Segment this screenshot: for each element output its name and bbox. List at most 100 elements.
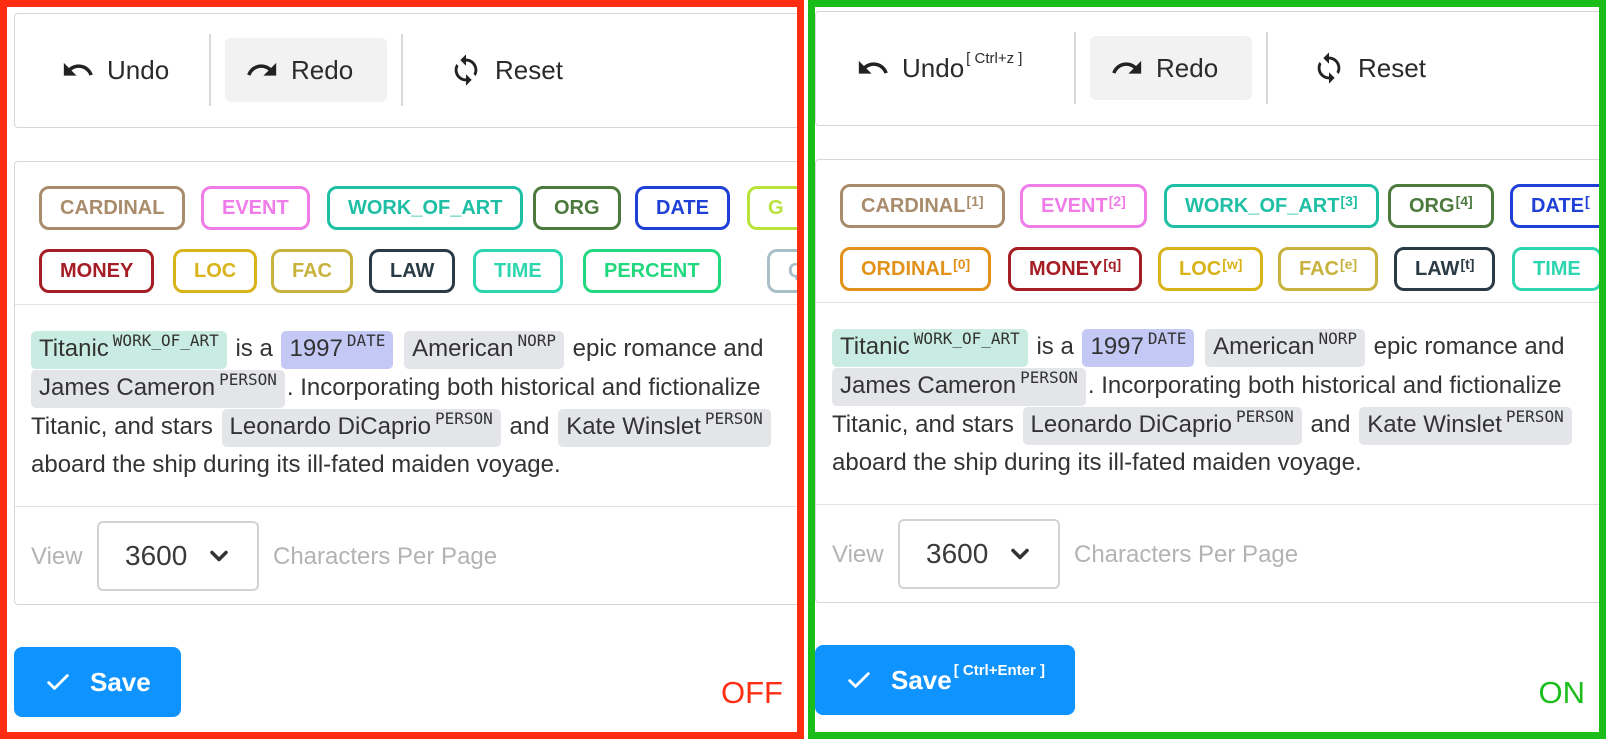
label-chip-date[interactable]: DATE (635, 186, 730, 230)
undo-shortcut-hint: [ Ctrl+z ] (966, 49, 1023, 67)
label-shortcut-key: [2] (1108, 193, 1126, 209)
pagination-settings: View 3600 Characters Per Page (816, 504, 1599, 605)
label-chip-loc[interactable]: LOC (173, 249, 258, 293)
entity-date[interactable]: 1997 DATE (281, 331, 394, 369)
label-chip-fac[interactable]: FAC (271, 249, 353, 293)
undo-button[interactable]: Undo (41, 38, 189, 102)
label-chip-loc[interactable]: LOC [w] (1158, 247, 1264, 291)
label-chip-money[interactable]: MONEY [q] (1008, 247, 1143, 291)
label-chip-text: LOC (194, 259, 237, 282)
label-chip-law[interactable]: LAW [t] (1394, 247, 1496, 291)
reset-label: Reset (1358, 52, 1426, 83)
select-value: 3600 (926, 538, 989, 569)
plain-text: epic romance and (1373, 333, 1565, 360)
label-chip-ordinal[interactable]: ORDINAL [0] (840, 247, 992, 291)
text-line: Titanic, and stars Leonardo DiCaprio PERS… (31, 408, 773, 447)
label-chip-cardinal[interactable]: CARDINAL [1] (840, 184, 1005, 228)
redo-label: Redo (291, 54, 354, 85)
reset-button[interactable]: Reset (1292, 36, 1446, 100)
label-chip-org[interactable]: ORG (533, 186, 621, 230)
label-chip-qu[interactable]: QU (767, 249, 797, 293)
entity-person[interactable]: James Cameron PERSON (832, 368, 1086, 406)
label-chip-org[interactable]: ORG [4] (1388, 184, 1494, 228)
label-chip-time[interactable]: TIME (473, 249, 563, 293)
label-chip-text: ORG (554, 196, 600, 219)
entity-person[interactable]: Leonardo DiCaprio PERSON (1022, 407, 1302, 445)
label-chip-text: TIME (1533, 257, 1581, 280)
label-chip-text: MONEY (60, 259, 134, 282)
label-shortcut-key: [ (1584, 193, 1590, 209)
plain-text: is a (235, 335, 273, 362)
redo-button[interactable]: Redo (225, 38, 387, 102)
label-chip-text: G (768, 196, 784, 219)
label-chip-money[interactable]: MONEY (39, 249, 155, 293)
text-line: Titanic WORK_OF_ART is a 1997 DATE America… (832, 328, 1564, 367)
redo-button[interactable]: Redo (1090, 36, 1252, 100)
check-icon (848, 672, 870, 688)
label-chip-date[interactable]: DATE[ (1510, 184, 1599, 228)
toolbar-divider (1074, 32, 1076, 104)
label-chip-event[interactable]: EVENT (201, 186, 310, 230)
toolbar-divider (1266, 32, 1268, 104)
chars-per-page-label: Characters Per Page (273, 543, 498, 570)
panel-shortcuts-off: Undo Redo Reset CARDINAL EVENT WORK_OF_ART… (0, 0, 804, 739)
check-icon (47, 674, 69, 690)
entity-person[interactable]: Kate Winslet PERSON (558, 409, 771, 447)
label-chip-law[interactable]: LAW (369, 249, 456, 293)
label-chip-g[interactable]: G (747, 186, 797, 230)
plain-text: Titanic, and stars (832, 411, 1014, 438)
label-chip-text: TIME (494, 259, 542, 282)
label-chip-text: FAC (1299, 257, 1339, 280)
save-button[interactable]: Save[ Ctrl+Enter ] (815, 645, 1075, 715)
pagination-settings: View 3600 Characters Per Page (15, 506, 797, 607)
label-chip-text: ORDINAL (861, 257, 953, 280)
undo-label: Undo (902, 52, 965, 83)
reset-button[interactable]: Reset (429, 38, 583, 102)
text-line: Titanic, and stars Leonardo DiCaprio PERS… (832, 406, 1574, 445)
entity-norp[interactable]: American NORP (404, 331, 564, 369)
save-button[interactable]: Save (14, 647, 181, 717)
chars-per-page-select[interactable]: 3600 (898, 519, 1060, 589)
plain-text: . Incorporating both historical and fict… (286, 374, 761, 401)
label-chip-text: EVENT (1041, 194, 1108, 217)
label-chip-text: MONEY (1029, 257, 1103, 280)
label-chip-work-of-art[interactable]: WORK_OF_ART (327, 186, 524, 230)
label-shortcut-key: [w] (1222, 256, 1243, 272)
label-chip-fac[interactable]: FAC [e] (1278, 247, 1379, 291)
entity-norp[interactable]: American NORP (1205, 329, 1365, 367)
redo-icon (1112, 60, 1142, 74)
label-chip-text: WORK_OF_ART (348, 196, 503, 219)
mode-off-label: OFF (721, 675, 783, 710)
entity-person[interactable]: Leonardo DiCaprio PERSON (221, 409, 501, 447)
label-chip-text: DATE (1531, 194, 1584, 217)
label-chip-cardinal[interactable]: CARDINAL (39, 186, 186, 230)
chars-per-page-select[interactable]: 3600 (97, 521, 259, 591)
text-line: Titanic WORK_OF_ART is a 1997 DATE America… (31, 330, 763, 369)
entity-date[interactable]: 1997 DATE (1082, 329, 1195, 367)
save-label: Save (90, 666, 151, 697)
label-chip-text: EVENT (222, 196, 289, 219)
entity-work-of-art[interactable]: Titanic WORK_OF_ART (832, 329, 1028, 367)
entity-work-of-art[interactable]: Titanic WORK_OF_ART (31, 331, 227, 369)
label-chip-text: ORG (1409, 194, 1455, 217)
save-shortcut-hint: [ Ctrl+Enter ] (953, 661, 1045, 679)
toolbar: Undo[ Ctrl+z ] Redo Reset (815, 11, 1599, 126)
plain-text: aboard the ship during its ill-fated mai… (31, 451, 561, 478)
label-chip-percent[interactable]: PERCENT (583, 249, 721, 293)
plain-text: Titanic, and stars (31, 413, 213, 440)
redo-label: Redo (1156, 52, 1219, 83)
label-chip-event[interactable]: EVENT [2] (1020, 184, 1147, 228)
label-chip-work-of-art[interactable]: WORK_OF_ART [3] (1164, 184, 1379, 228)
label-shortcut-key: [q] (1103, 256, 1122, 272)
label-shortcut-key: [0] (953, 256, 971, 272)
entity-person[interactable]: Kate Winslet PERSON (1359, 407, 1572, 445)
view-label: View (31, 543, 83, 570)
undo-button[interactable]: Undo[ Ctrl+z ] (836, 36, 1042, 100)
label-chip-text: CARDINAL (861, 194, 966, 217)
label-chip-time[interactable]: TIME (1512, 247, 1599, 291)
label-shortcut-key: [e] (1340, 256, 1358, 272)
label-chip-text: WORK_OF_ART (1185, 194, 1340, 217)
label-chip-text: LOC (1179, 257, 1222, 280)
reset-label: Reset (495, 54, 563, 85)
entity-person[interactable]: James Cameron PERSON (31, 370, 285, 408)
